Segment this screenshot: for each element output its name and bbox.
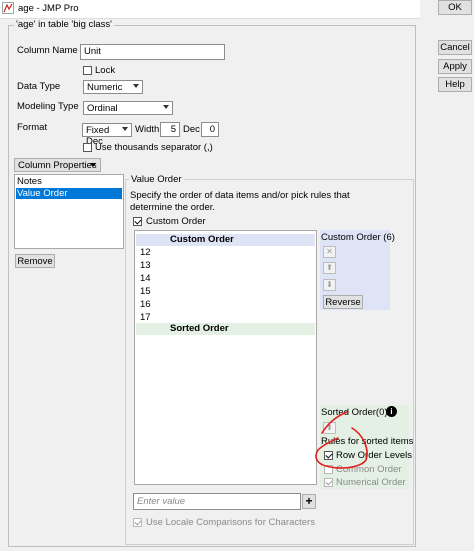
custom-order-panel-title: Custom Order (6): [321, 232, 395, 243]
cancel-button[interactable]: Cancel: [438, 40, 472, 55]
modeling-type-value: Ordinal: [87, 103, 118, 114]
column-name-label: Column Name: [17, 45, 78, 56]
chevron-down-icon: [122, 127, 128, 131]
list-item[interactable]: 15: [140, 286, 151, 297]
custom-order-header: Custom Order: [136, 234, 315, 246]
data-type-value: Numeric: [87, 82, 123, 93]
move-down-button[interactable]: ⬇: [323, 279, 336, 291]
value-order-group-label: Value Order: [129, 174, 184, 185]
apply-button[interactable]: Apply: [438, 59, 472, 74]
custom-order-panel: Custom Order (6) ✕ ⬆ ⬇ Reverse: [320, 230, 395, 310]
width-label: Width: [135, 124, 160, 135]
window-title: age - JMP Pro: [18, 3, 79, 14]
modeling-type-select[interactable]: Ordinal: [83, 101, 173, 115]
list-item[interactable]: 16: [140, 299, 151, 310]
chevron-down-icon: [133, 84, 139, 88]
arrow-up-icon: ⬆: [326, 263, 333, 272]
numerical-order-label: Numerical Order: [336, 477, 406, 488]
row-order-levels-checkbox[interactable]: [324, 451, 333, 460]
enter-value-placeholder: Enter value: [137, 496, 186, 507]
chevron-down-icon: [90, 163, 96, 167]
row-order-levels-label: Row Order Levels: [336, 450, 413, 461]
list-item[interactable]: 13: [140, 260, 151, 271]
sorted-order-panel-title: Sorted Order(0): [321, 407, 388, 418]
modeling-type-label: Modeling Type: [17, 101, 79, 112]
close-icon: ✕: [326, 247, 333, 256]
lock-label: Lock: [95, 65, 116, 76]
column-name-input[interactable]: Unit: [80, 44, 225, 60]
list-item[interactable]: 17: [140, 312, 151, 323]
lock-checkbox[interactable]: [83, 66, 92, 75]
add-value-button[interactable]: +: [302, 494, 316, 509]
reverse-button[interactable]: Reverse: [323, 295, 363, 309]
common-order-label: Common Order: [336, 464, 402, 475]
dec-label: Dec: [183, 124, 200, 135]
numerical-order-checkbox[interactable]: [324, 478, 333, 487]
remove-button[interactable]: Remove: [15, 254, 55, 268]
arrow-up-icon: ⬆: [326, 423, 333, 432]
ok-button[interactable]: OK: [438, 0, 472, 15]
data-type-label: Data Type: [17, 81, 61, 92]
value-order-list[interactable]: Custom Order 12 13 14 15 16 17 Sorted Or…: [134, 230, 317, 485]
property-item-value-order[interactable]: Value Order: [16, 188, 122, 199]
value-order-description-line1: Specify the order of data items and/or p…: [130, 190, 350, 201]
format-label: Format: [17, 122, 48, 133]
dec-input[interactable]: 0: [201, 122, 219, 137]
arrow-down-icon: ⬇: [326, 280, 333, 289]
list-item[interactable]: 12: [140, 247, 151, 258]
delete-item-button[interactable]: ✕: [323, 246, 336, 258]
locale-comparisons-label: Use Locale Comparisons for Characters: [146, 517, 315, 528]
thousands-separator-label: Use thousands separator (,): [95, 142, 213, 153]
list-item[interactable]: 14: [140, 273, 151, 284]
column-properties-label: Column Properties: [18, 160, 97, 171]
column-properties-list[interactable]: Notes Value Order: [14, 174, 124, 249]
locale-comparisons-checkbox[interactable]: [133, 518, 142, 527]
sorted-move-up-button[interactable]: ⬆: [323, 422, 336, 434]
format-select[interactable]: Fixed Dec: [82, 123, 132, 147]
thousands-separator-checkbox[interactable]: [83, 143, 92, 152]
column-info-group-label: 'age' in table 'big class': [14, 19, 114, 30]
chevron-down-icon: [163, 105, 169, 109]
custom-order-checkbox[interactable]: [133, 217, 142, 226]
data-type-select[interactable]: Numeric: [83, 80, 143, 94]
move-up-button[interactable]: ⬆: [323, 262, 336, 274]
help-button[interactable]: Help: [438, 77, 472, 92]
column-properties-menu[interactable]: Column Properties: [14, 158, 101, 172]
custom-order-checkbox-label: Custom Order: [146, 216, 206, 227]
width-input[interactable]: 5: [160, 122, 180, 137]
rules-label: Rules for sorted items: [321, 436, 414, 447]
property-item-notes[interactable]: Notes: [17, 176, 42, 187]
sorted-order-header: Sorted Order: [136, 323, 315, 335]
title-bar: age - JMP Pro: [0, 0, 420, 19]
info-icon[interactable]: i: [386, 406, 397, 417]
enter-value-input[interactable]: Enter value: [133, 493, 301, 510]
value-order-description-line2: determine the order.: [130, 202, 216, 213]
sorted-order-panel: Sorted Order(0) i ⬆ Rules for sorted ite…: [320, 405, 413, 489]
jmp-app-icon: [2, 2, 14, 14]
common-order-checkbox[interactable]: [324, 465, 333, 474]
